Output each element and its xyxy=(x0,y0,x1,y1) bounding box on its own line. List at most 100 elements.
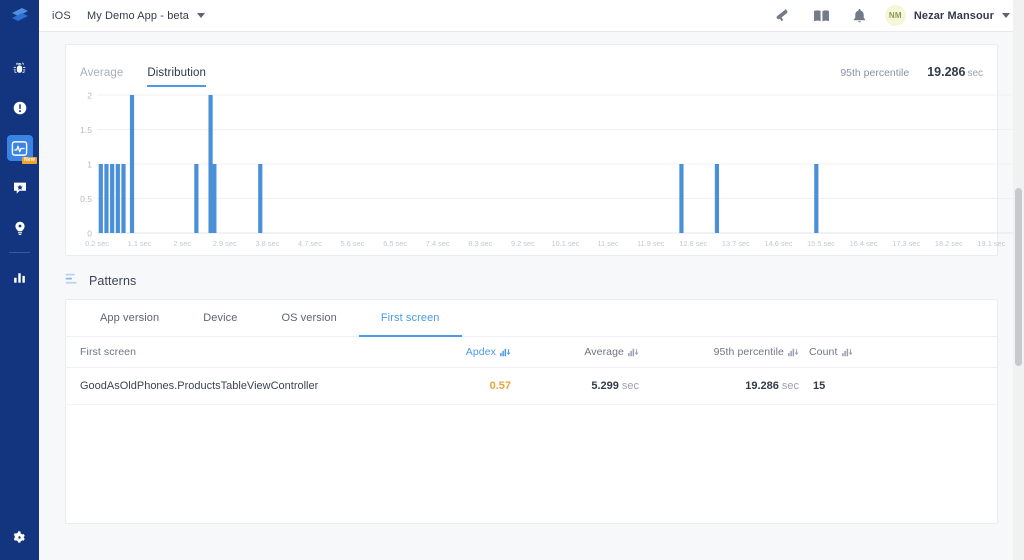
cell-p95: 19.286 sec xyxy=(639,367,799,405)
col-p95-label: 95th percentile xyxy=(713,346,784,358)
svg-text:2: 2 xyxy=(87,91,92,101)
svg-text:10.1 sec: 10.1 sec xyxy=(552,239,580,248)
svg-text:11 sec: 11 sec xyxy=(597,239,619,248)
bar-chart-icon xyxy=(7,264,33,290)
page-scrollbar[interactable] xyxy=(1013,0,1024,560)
left-sidebar: New xyxy=(0,0,39,560)
topbar: iOS My Demo App - beta NM Nezar Mansour xyxy=(39,0,1024,32)
col-average[interactable]: Average xyxy=(511,337,639,368)
svg-text:17.3 sec: 17.3 sec xyxy=(892,239,920,248)
cell-apdex: 0.57 xyxy=(411,367,511,405)
tab-app-version[interactable]: App version xyxy=(78,300,181,337)
p95-summary: 95th percentile 19.286 sec xyxy=(840,63,983,87)
content-area: Average Distribution 95th percentile 19.… xyxy=(39,32,1024,560)
col-apdex[interactable]: Apdex xyxy=(411,337,511,368)
sidebar-settings[interactable] xyxy=(0,530,39,550)
svg-text:1.1 sec: 1.1 sec xyxy=(128,239,152,248)
sidebar-item-crashes[interactable] xyxy=(0,88,39,128)
col-first-screen: First screen xyxy=(66,337,411,368)
distribution-chart-card: Average Distribution 95th percentile 19.… xyxy=(65,44,1024,257)
patterns-table: First screen Apdex Average 95th percenti… xyxy=(66,337,997,405)
app-selector[interactable]: My Demo App - beta xyxy=(86,9,206,22)
cell-average: 5.299 sec xyxy=(511,367,639,405)
p95-unit: sec xyxy=(967,68,983,79)
sidebar-item-surveys[interactable] xyxy=(0,208,39,248)
megaphone-icon[interactable] xyxy=(774,8,791,23)
user-menu[interactable]: NM Nezar Mansour xyxy=(884,5,1010,26)
lightbulb-icon xyxy=(7,215,33,241)
bug-icon xyxy=(7,55,33,81)
p95-cell-value: 19.286 xyxy=(745,380,779,392)
svg-text:3.8 sec: 3.8 sec xyxy=(255,239,279,248)
user-name-label: Nezar Mansour xyxy=(913,9,994,22)
sidebar-item-bugs[interactable] xyxy=(0,48,39,88)
col-average-label: Average xyxy=(584,346,624,358)
svg-text:0.2 sec: 0.2 sec xyxy=(85,239,109,248)
sidebar-nav: New xyxy=(0,48,39,297)
gear-icon xyxy=(12,530,27,550)
chat-star-icon xyxy=(7,175,33,201)
svg-text:18.2 sec: 18.2 sec xyxy=(935,239,963,248)
sidebar-divider xyxy=(9,252,30,253)
avatar: NM xyxy=(884,5,906,26)
book-icon[interactable] xyxy=(813,9,830,23)
tab-first-screen[interactable]: First screen xyxy=(358,300,462,337)
svg-text:9.2 sec: 9.2 sec xyxy=(511,239,535,248)
tab-distribution[interactable]: Distribution xyxy=(147,67,207,87)
app-name-label: My Demo App - beta xyxy=(86,9,190,22)
alert-circle-icon xyxy=(7,95,33,121)
main-column: iOS My Demo App - beta NM Nezar Mansour … xyxy=(39,0,1024,560)
patterns-table-body: GoodAsOldPhones.ProductsTableViewControl… xyxy=(66,367,997,405)
platform-label: iOS xyxy=(52,9,71,22)
instabug-logo-icon xyxy=(11,8,28,21)
count-value: 15 xyxy=(813,380,826,392)
filter-list-icon xyxy=(65,272,80,290)
svg-text:12.8 sec: 12.8 sec xyxy=(679,239,707,248)
svg-text:7.4 sec: 7.4 sec xyxy=(426,239,450,248)
sort-desc-icon xyxy=(628,348,639,357)
patterns-card: App version Device OS version First scre… xyxy=(65,299,998,524)
col-apdex-label: Apdex xyxy=(465,346,496,358)
scrollbar-thumb[interactable] xyxy=(1015,188,1022,366)
average-value: 5.299 xyxy=(591,380,619,392)
p95-value-wrap: 19.286 sec xyxy=(927,63,983,81)
patterns-header: Patterns xyxy=(65,272,998,290)
chevron-down-icon xyxy=(197,13,206,18)
col-count-label: Count xyxy=(809,346,838,358)
average-unit: sec xyxy=(621,380,639,392)
sort-desc-icon xyxy=(841,348,853,357)
svg-text:1: 1 xyxy=(87,160,92,170)
svg-text:0: 0 xyxy=(87,229,92,239)
svg-text:14.6 sec: 14.6 sec xyxy=(764,239,792,248)
cell-count: 15 xyxy=(799,367,997,405)
cell-first-screen: GoodAsOldPhones.ProductsTableViewControl… xyxy=(66,367,411,405)
bell-icon[interactable] xyxy=(852,8,867,24)
sidebar-item-feedback[interactable] xyxy=(0,168,39,208)
col-p95[interactable]: 95th percentile xyxy=(639,337,799,368)
tab-device[interactable]: Device xyxy=(181,300,259,337)
p95-cell-unit: sec xyxy=(781,380,799,392)
table-row[interactable]: GoodAsOldPhones.ProductsTableViewControl… xyxy=(66,367,997,405)
distribution-chart-svg: 0 0.5 1 1.5 2 0.2 sec 1.1 sec 2 sec 2.9 sec 3.8 s… xyxy=(80,91,1024,248)
svg-text:19.1 sec: 19.1 sec xyxy=(977,239,1005,248)
svg-text:2 sec: 2 sec xyxy=(173,239,191,248)
col-count[interactable]: Count xyxy=(799,337,997,368)
svg-text:15.5 sec: 15.5 sec xyxy=(807,239,835,248)
sort-desc-icon xyxy=(788,348,799,357)
svg-text:5.6 sec: 5.6 sec xyxy=(341,239,365,248)
svg-text:4.7 sec: 4.7 sec xyxy=(298,239,322,248)
tab-average[interactable]: Average xyxy=(80,67,123,87)
sort-desc-icon xyxy=(500,348,511,357)
distribution-plot: 0 0.5 1 1.5 2 0.2 sec 1.1 sec 2 sec 2.9 sec 3.8 s… xyxy=(80,87,1024,257)
svg-text:0.5: 0.5 xyxy=(80,194,92,204)
chevron-down-icon xyxy=(1002,13,1010,18)
chart-header: Average Distribution 95th percentile 19.… xyxy=(66,45,997,87)
p95-label: 95th percentile xyxy=(840,67,910,79)
tab-os-version[interactable]: OS version xyxy=(259,300,358,337)
svg-text:2.9 sec: 2.9 sec xyxy=(213,239,237,248)
svg-text:8.3 sec: 8.3 sec xyxy=(468,239,492,248)
sidebar-item-performance[interactable]: New xyxy=(0,128,39,168)
sidebar-new-badge: New xyxy=(22,157,37,164)
sidebar-item-analytics[interactable] xyxy=(0,257,39,297)
app-logo[interactable] xyxy=(0,0,39,32)
